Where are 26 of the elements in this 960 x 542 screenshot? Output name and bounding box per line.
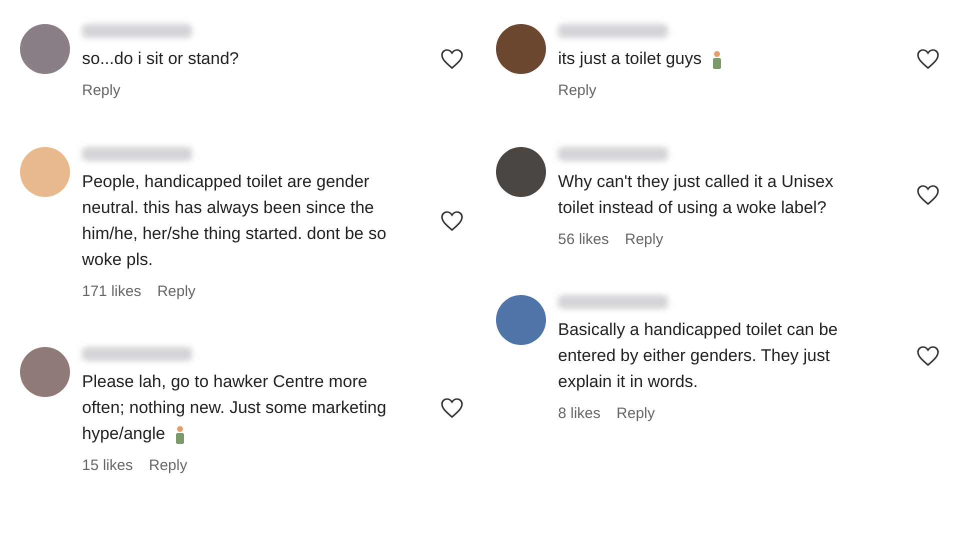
comment-text: so...do i sit or stand?	[82, 48, 240, 70]
comment-text: its just a toilet guys	[558, 46, 868, 72]
comment-text: Why can't they just called it a Unisex toilet instead of using a woke label?	[558, 170, 834, 218]
avatar[interactable]	[496, 24, 546, 74]
heart-icon[interactable]	[440, 48, 464, 70]
reply-link[interactable]: Reply	[624, 228, 664, 251]
comment-text: Basically a handicapped toilet can be entered by either genders. They just explain it in words.	[558, 319, 839, 393]
comment-text: People, handicapped toilet are gender neutral. this has always been since the him/he, her/she thing started. dont be so woke pls.	[82, 170, 388, 270]
likes-count[interactable]: 8 likes	[558, 403, 601, 426]
avatar[interactable]	[496, 295, 546, 345]
heart-icon[interactable]	[440, 397, 464, 419]
likes-count[interactable]: 15 likes	[82, 455, 133, 478]
heart-icon[interactable]	[916, 48, 940, 70]
heart-icon[interactable]	[440, 210, 464, 232]
avatar[interactable]	[496, 146, 546, 196]
reply-link[interactable]: Reply	[558, 80, 596, 102]
comment-text: Please lah, go to hawker Centre more often; nothing new. Just some marketing hype/angle	[82, 371, 388, 447]
heart-icon[interactable]	[916, 345, 940, 367]
reply-link[interactable]: Reply	[82, 80, 120, 102]
reply-link[interactable]: Reply	[616, 403, 655, 426]
likes-count[interactable]: 171 likes	[82, 280, 142, 303]
reply-link[interactable]: Reply	[157, 280, 196, 303]
reply-link[interactable]: Reply	[148, 455, 188, 478]
heart-icon[interactable]	[916, 184, 940, 206]
avatar[interactable]	[20, 347, 70, 397]
likes-count[interactable]: 56 likes	[558, 228, 609, 251]
